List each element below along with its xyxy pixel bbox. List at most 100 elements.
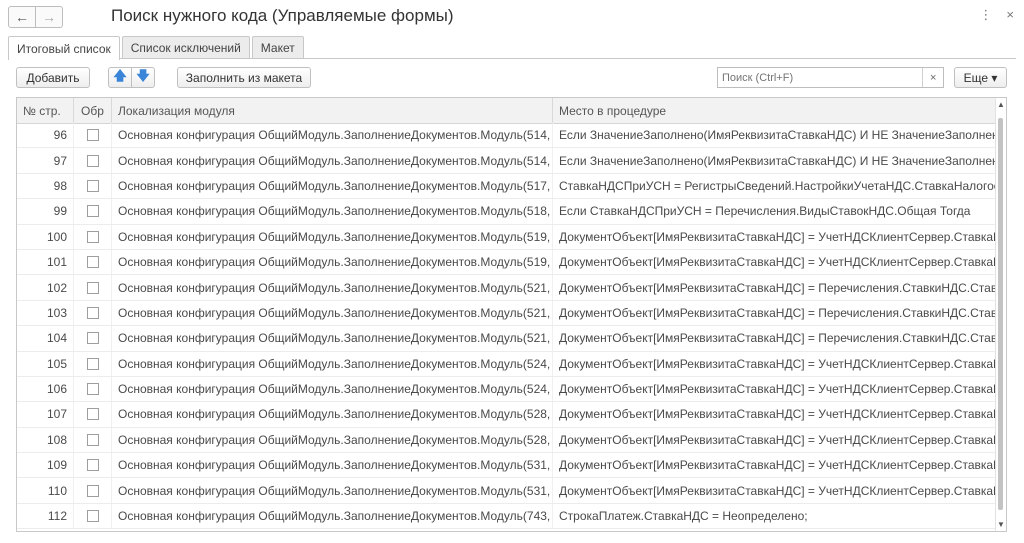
processed-checkbox[interactable]	[86, 383, 99, 396]
line-number-cell: 105	[17, 351, 74, 376]
processed-checkbox[interactable]	[86, 484, 99, 497]
tab-final-list[interactable]: Итоговый список	[8, 36, 120, 60]
procedure-place-cell: ДокументОбъект[ИмяРеквизитаСтавкаНДС] = …	[559, 331, 997, 346]
fill-from-layout-button[interactable]: Заполнить из макета	[177, 67, 311, 88]
forward-button[interactable]: →	[36, 6, 63, 28]
more-options-icon[interactable]: ⋮	[979, 7, 992, 23]
table-body: 96 Основная конфигурация ОбщийМодуль.Запо…	[17, 123, 997, 530]
processed-checkbox-cell	[74, 275, 112, 300]
table-row[interactable]: 101 Основная конфигурация ОбщийМодуль.Зап…	[17, 249, 997, 276]
forward-arrow-icon: →	[42, 9, 56, 25]
line-number-cell: 107	[17, 402, 74, 427]
table-row[interactable]: 106 Основная конфигурация ОбщийМодуль.Зап…	[17, 376, 997, 403]
procedure-place-cell: ДокументОбъект[ИмяРеквизитаСтавкаНДС] = …	[559, 483, 997, 498]
procedure-place-cell: ДокументОбъект[ИмяРеквизитаСтавкаНДС] = …	[559, 255, 997, 270]
window-title: Поиск нужного кода (Управляемые формы)	[111, 6, 454, 25]
table-row[interactable]: 100 Основная конфигурация ОбщийМодуль.Зап…	[17, 224, 997, 250]
processed-checkbox[interactable]	[86, 510, 99, 523]
processed-checkbox[interactable]	[86, 154, 99, 167]
column-header-procedure-place[interactable]: Место в процедуре	[553, 98, 997, 123]
arrow-up-icon: 🡅	[113, 67, 127, 83]
procedure-place-cell: ДокументОбъект[ИмяРеквизитаСтавкаНДС] = …	[559, 382, 997, 397]
line-number-cell: 98	[17, 173, 74, 199]
table-header: № стр. Обр Локализация модуля Место в пр…	[17, 98, 997, 124]
procedure-place-cell: СтавкаНДСПриУСН = РегистрыСведений.Настр…	[559, 178, 997, 193]
processed-checkbox[interactable]	[86, 357, 99, 370]
processed-checkbox[interactable]	[86, 306, 99, 319]
table-row[interactable]: 108 Основная конфигурация ОбщийМодуль.Зап…	[17, 427, 997, 454]
table-row[interactable]: 105 Основная конфигурация ОбщийМодуль.Зап…	[17, 351, 997, 377]
line-number-cell: 96	[17, 123, 74, 148]
table-row[interactable]: 96 Основная конфигурация ОбщийМодуль.Запо…	[17, 123, 997, 149]
processed-checkbox[interactable]	[86, 256, 99, 269]
scroll-up-icon[interactable]: ▲	[997, 100, 1005, 109]
add-button[interactable]: Добавить	[16, 67, 90, 88]
module-location-cell: Основная конфигурация ОбщийМодуль.Заполн…	[112, 199, 553, 224]
search-box: ×	[717, 67, 944, 88]
move-up-button[interactable]: 🡅	[108, 67, 132, 88]
module-location-cell: Основная конфигурация ОбщийМодуль.Заполн…	[112, 173, 553, 199]
line-number-cell: 103	[17, 300, 74, 326]
processed-checkbox[interactable]	[86, 129, 99, 142]
scrollbar-thumb[interactable]	[998, 118, 1003, 510]
table-row[interactable]: 103 Основная конфигурация ОбщийМодуль.Зап…	[17, 300, 997, 327]
processed-checkbox[interactable]	[86, 433, 99, 446]
column-header-line-number[interactable]: № стр.	[17, 98, 74, 123]
processed-checkbox[interactable]	[86, 408, 99, 421]
processed-checkbox-cell	[74, 300, 112, 326]
more-button[interactable]: Еще ▾	[954, 67, 1007, 88]
processed-checkbox-cell	[74, 123, 112, 148]
line-number-cell: 106	[17, 376, 74, 402]
line-number-cell: 110	[17, 478, 74, 503]
procedure-place-cell: Если ЗначениеЗаполнено(ИмяРеквизитаСтавк…	[559, 128, 997, 143]
processed-checkbox[interactable]	[86, 230, 99, 243]
procedure-place-cell: СтрокаПлатеж.СтавкаНДС = Неопределено;	[559, 509, 808, 524]
clear-search-icon[interactable]: ×	[922, 68, 943, 87]
module-location-cell: Основная конфигурация ОбщийМодуль.Заполн…	[112, 478, 553, 503]
processed-checkbox[interactable]	[86, 281, 99, 294]
results-table: № стр. Обр Локализация модуля Место в пр…	[16, 97, 1007, 532]
processed-checkbox-cell	[74, 173, 112, 199]
procedure-place-cell: ДокументОбъект[ИмяРеквизитаСтавкаНДС] = …	[559, 356, 997, 371]
move-down-button[interactable]: 🡇	[131, 67, 155, 88]
module-location-cell: Основная конфигурация ОбщийМодуль.Заполн…	[112, 249, 553, 275]
processed-checkbox[interactable]	[86, 459, 99, 472]
table-row[interactable]: 102 Основная конфигурация ОбщийМодуль.Зап…	[17, 275, 997, 301]
table-row[interactable]: 99 Основная конфигурация ОбщийМодуль.Запо…	[17, 199, 997, 225]
module-location-cell: Основная конфигурация ОбщийМодуль.Заполн…	[112, 402, 553, 427]
table-row[interactable]: 104 Основная конфигурация ОбщийМодуль.Зап…	[17, 326, 997, 352]
column-header-processed[interactable]: Обр	[74, 98, 112, 123]
processed-checkbox[interactable]	[86, 205, 99, 218]
tab-layout[interactable]: Макет	[251, 36, 304, 59]
module-location-cell: Основная конфигурация ОбщийМодуль.Заполн…	[112, 326, 553, 351]
back-button[interactable]: ←	[8, 6, 36, 28]
processed-checkbox-cell	[74, 148, 112, 173]
table-row[interactable]: 112 Основная конфигурация ОбщийМодуль.Зап…	[17, 503, 997, 530]
scroll-down-icon[interactable]: ▼	[997, 520, 1005, 529]
search-input[interactable]	[718, 68, 923, 87]
module-location-cell: Основная конфигурация ОбщийМодуль.Заполн…	[112, 275, 553, 300]
procedure-place-cell: ДокументОбъект[ИмяРеквизитаСтавкаНДС] = …	[559, 407, 997, 422]
processed-checkbox[interactable]	[86, 332, 99, 345]
processed-checkbox-cell	[74, 224, 112, 249]
module-location-cell: Основная конфигурация ОбщийМодуль.Заполн…	[112, 453, 553, 478]
processed-checkbox-cell	[74, 478, 112, 503]
processed-checkbox-cell	[74, 249, 112, 275]
back-arrow-icon: ←	[15, 9, 29, 25]
processed-checkbox[interactable]	[86, 179, 99, 192]
table-row[interactable]: 109 Основная конфигурация ОбщийМодуль.Зап…	[17, 453, 997, 479]
processed-checkbox-cell	[74, 376, 112, 402]
table-row[interactable]: 98 Основная конфигурация ОбщийМодуль.Запо…	[17, 173, 997, 200]
line-number-cell: 99	[17, 199, 74, 224]
module-location-cell: Основная конфигурация ОбщийМодуль.Заполн…	[112, 123, 553, 148]
table-row[interactable]: 97 Основная конфигурация ОбщийМодуль.Запо…	[17, 148, 997, 174]
column-header-module-location[interactable]: Локализация модуля	[112, 98, 553, 123]
tab-exceptions-list[interactable]: Список исключений	[121, 36, 250, 59]
procedure-place-cell: ДокументОбъект[ИмяРеквизитаСтавкаНДС] = …	[559, 432, 997, 447]
table-row[interactable]: 110 Основная конфигурация ОбщийМодуль.Зап…	[17, 478, 997, 504]
table-row[interactable]: 107 Основная конфигурация ОбщийМодуль.Зап…	[17, 402, 997, 428]
procedure-place-cell: Если ЗначениеЗаполнено(ИмяРеквизитаСтавк…	[559, 153, 997, 168]
close-icon[interactable]: ×	[1006, 7, 1014, 23]
vertical-scrollbar[interactable]: ▲ ▼	[995, 98, 1006, 531]
module-location-cell: Основная конфигурация ОбщийМодуль.Заполн…	[112, 351, 553, 376]
